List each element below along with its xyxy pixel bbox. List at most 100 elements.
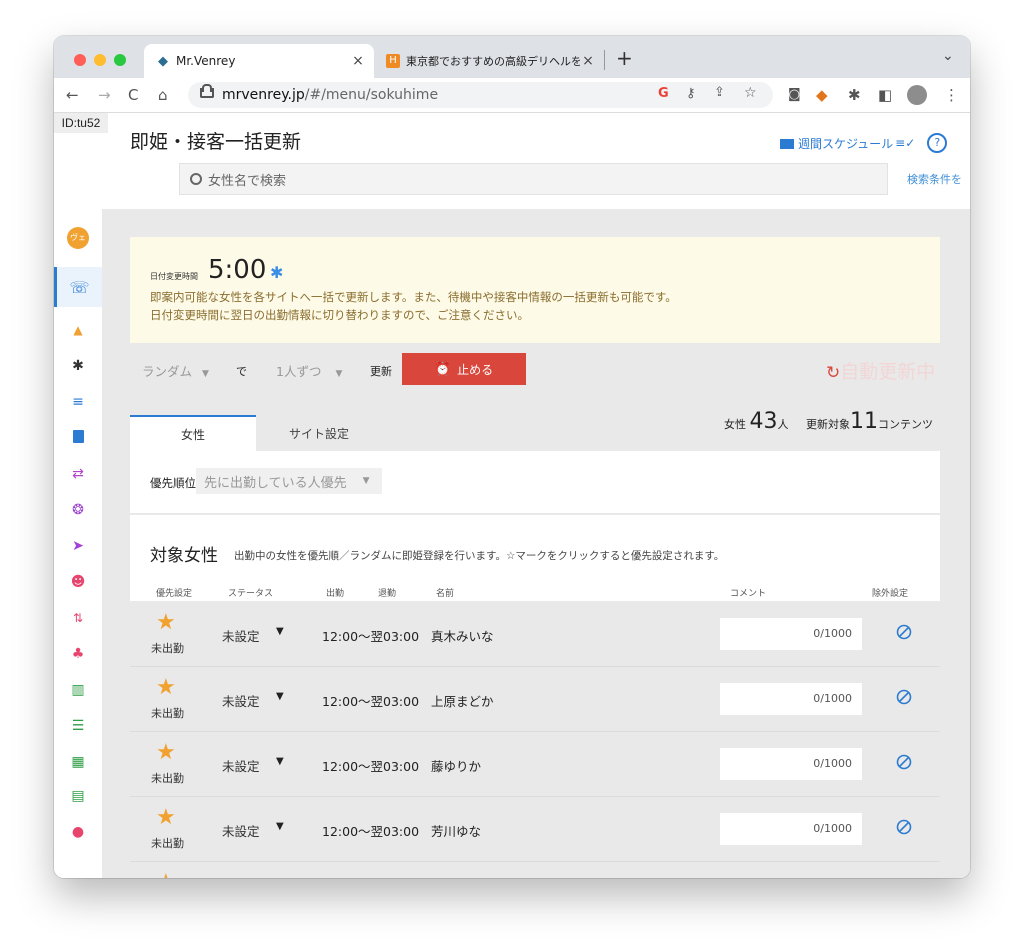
priority-label: 優先順位 xyxy=(150,476,196,490)
page-title: 即姫・接客一括更新 xyxy=(130,131,302,153)
gear-icon: ✱ xyxy=(72,358,84,374)
new-tab-button[interactable]: + xyxy=(616,46,633,70)
tab-mrvenrey[interactable]: ◆ Mr.Venrey × xyxy=(144,44,374,78)
table-row: ★ 未出勤 未設定 ▼ 12:00～翌03:00 上原まどか 0/1000 xyxy=(130,667,940,732)
home-icon[interactable]: ⌂ xyxy=(158,86,168,104)
extensions-puzzle-icon[interactable]: ✱ xyxy=(848,86,861,104)
exclude-block-icon[interactable] xyxy=(896,624,912,640)
metamask-icon[interactable]: ◆ xyxy=(816,86,828,104)
reload-icon[interactable]: C xyxy=(128,86,138,104)
site-favicon-icon: H xyxy=(386,54,400,68)
search-box[interactable]: 女性名で検索 xyxy=(179,163,888,195)
table-row: ★ 未出勤 未設定 ▼ 12:00～翌03:00 芳川ゆな 0/1000 xyxy=(130,797,940,862)
sidebar-item-sort[interactable]: ⇅ xyxy=(54,601,102,635)
sidebar-item-grid[interactable]: ▦ xyxy=(54,745,102,779)
bell-icon: ▲ xyxy=(73,323,83,337)
sidebar-item-calendar[interactable]: ▤ xyxy=(54,779,102,813)
close-tab-icon[interactable]: × xyxy=(350,53,366,69)
close-window-button[interactable] xyxy=(74,54,86,66)
sidebar-item-list[interactable]: ≡ xyxy=(54,385,102,419)
status-select[interactable]: 未設定 xyxy=(222,821,260,840)
target-women-heading: 対象女性 xyxy=(150,546,218,566)
sidebar-item-profile[interactable]: ● xyxy=(54,815,102,849)
sidebar-item-columns[interactable]: ▥ xyxy=(54,673,102,707)
address-bar[interactable]: mrvenrey.jp/#/menu/sokuhime G ⚷ ⇪ ☆ xyxy=(188,82,773,108)
sidebar-item-phone[interactable]: ☏ xyxy=(54,267,102,307)
tab-site-settings[interactable]: サイト設定 xyxy=(256,415,382,451)
women-count-unit: 人 xyxy=(777,418,789,431)
stop-button-label: 止める xyxy=(457,362,494,377)
zoom-window-button[interactable] xyxy=(114,54,126,66)
dropdown-arrow-icon[interactable]: ▼ xyxy=(276,691,284,702)
women-count: 43 xyxy=(749,409,778,434)
dropdown-arrow-icon: ▼ xyxy=(202,369,209,379)
sidebar-item-settings[interactable]: ✱ xyxy=(54,349,102,383)
time-settings-gear-icon[interactable]: ✱ xyxy=(270,263,283,282)
side-panel-icon[interactable]: ◧ xyxy=(878,86,892,104)
priority-star-icon[interactable]: ★ xyxy=(156,742,176,764)
camera-icon[interactable]: ◙ xyxy=(788,86,801,104)
send-icon: ➤ xyxy=(72,538,84,554)
tab-search-button[interactable]: ⌄ xyxy=(942,48,954,64)
woman-name: 上原まどか xyxy=(431,694,494,709)
sync-icon: ⇄ xyxy=(72,466,84,482)
dropdown-arrow-icon[interactable]: ▼ xyxy=(276,756,284,767)
browser-menu-icon[interactable]: ⋮ xyxy=(944,86,959,104)
comment-field[interactable]: 0/1000 xyxy=(720,618,862,650)
google-icon[interactable]: G xyxy=(658,86,669,101)
dropdown-arrow-icon[interactable]: ▼ xyxy=(276,626,284,637)
priority-select[interactable]: 先に出勤している人優先 ▼ xyxy=(196,468,382,494)
mode-select[interactable]: ランダム ▼ xyxy=(142,361,209,380)
work-hours: 12:00～翌03:00 xyxy=(322,694,420,709)
priority-star-icon[interactable]: ★ xyxy=(156,807,176,829)
exclude-block-icon[interactable] xyxy=(896,819,912,835)
lock-shackle-icon xyxy=(202,84,212,92)
url-path: /#/menu/sokuhime xyxy=(304,87,439,103)
forward-arrow-icon[interactable]: → xyxy=(98,86,111,104)
weekly-schedule-link[interactable]: 週間スケジュール ≡✓ ? xyxy=(780,133,948,153)
priority-star-icon[interactable]: ★ xyxy=(156,677,176,699)
sidebar-item-send[interactable]: ➤ xyxy=(54,529,102,563)
back-arrow-icon[interactable]: ← xyxy=(66,86,79,104)
sidebar-item-users[interactable]: ♣ xyxy=(54,637,102,671)
minimize-window-button[interactable] xyxy=(94,54,106,66)
close-tab-icon[interactable]: × xyxy=(580,53,596,69)
count-select[interactable]: 1人ずつ ▼ xyxy=(276,361,342,380)
tab-women[interactable]: 女性 xyxy=(130,415,256,451)
sidebar-item-sync[interactable]: ⇄ xyxy=(54,457,102,491)
search-conditions-link[interactable]: 検索条件を xyxy=(907,171,962,187)
comment-field[interactable]: 0/1000 xyxy=(720,813,862,845)
refresh-icon: ↻ xyxy=(826,363,841,383)
priority-star-icon[interactable]: ★ xyxy=(156,872,176,879)
share-icon[interactable]: ⇪ xyxy=(714,85,725,100)
dropdown-arrow-icon: ▼ xyxy=(335,369,343,379)
profile-avatar[interactable] xyxy=(907,85,927,105)
list-check-icon: ≡✓ xyxy=(895,136,916,150)
sidebar-item-clipboard[interactable] xyxy=(54,419,102,453)
sidebar-item-hot[interactable]: ❂ xyxy=(54,493,102,527)
exclude-block-icon[interactable] xyxy=(896,754,912,770)
tab-tokyo[interactable]: H 東京都でおすすめの高級デリヘルを × xyxy=(380,44,600,78)
status-select[interactable]: 未設定 xyxy=(222,626,260,645)
sidebar-item-notifications[interactable]: ▲ xyxy=(54,313,102,347)
sidebar-item-rows[interactable]: ☰ xyxy=(54,709,102,743)
sidebar-item-face[interactable]: ☻ xyxy=(54,565,102,599)
dropdown-arrow-icon[interactable]: ▼ xyxy=(276,821,284,832)
sidebar-avatar[interactable]: ヴェ xyxy=(54,221,102,255)
key-icon[interactable]: ⚷ xyxy=(686,86,696,101)
status-select[interactable]: 未設定 xyxy=(222,756,260,775)
comment-field[interactable]: 0/1000 xyxy=(720,748,862,780)
phone-icon: ☏ xyxy=(69,277,90,297)
bookmark-star-icon[interactable]: ☆ xyxy=(744,85,757,101)
comment-field[interactable]: 0/1000 xyxy=(720,683,862,715)
status-select[interactable]: 未設定 xyxy=(222,691,260,710)
help-icon[interactable]: ? xyxy=(927,133,948,153)
priority-star-icon[interactable]: ★ xyxy=(156,612,176,634)
columns-icon: ▥ xyxy=(71,682,85,698)
exclude-block-icon[interactable] xyxy=(896,689,912,705)
stop-button[interactable]: ⏰ 止める xyxy=(402,353,526,385)
attendance-status: 未出勤 xyxy=(151,772,184,785)
navigation-bar: ← → C ⌂ mrvenrey.jp/#/menu/sokuhime G ⚷ … xyxy=(54,78,970,113)
attendance-status: 未出勤 xyxy=(151,707,184,720)
column-out: 退勤 xyxy=(378,589,397,599)
